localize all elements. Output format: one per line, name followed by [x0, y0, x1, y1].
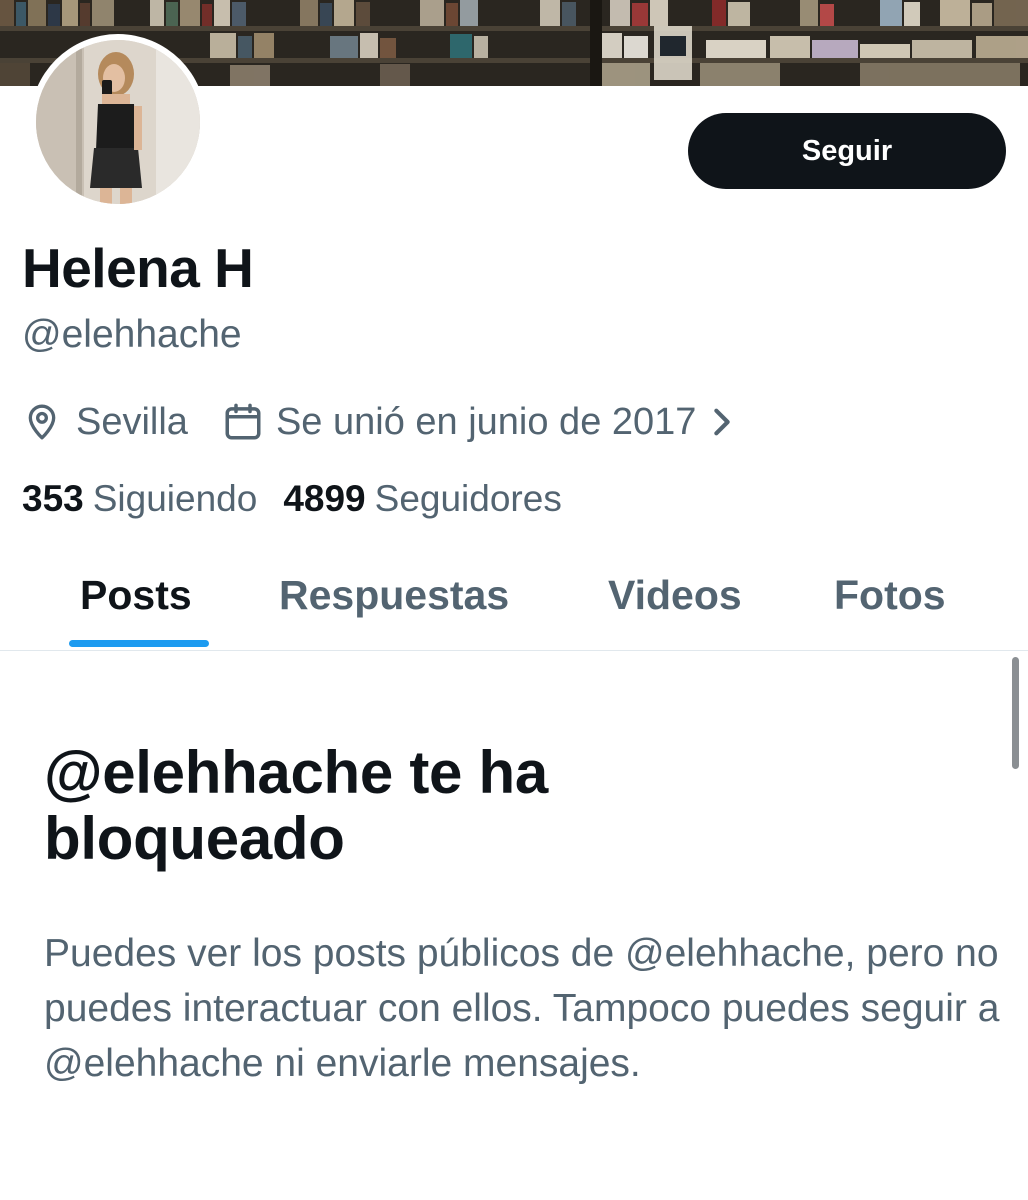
tab-posts[interactable]: Posts	[80, 560, 192, 650]
profile-page: Seguir Helena H @elehhache Sevilla Se un…	[0, 0, 1028, 1200]
blocked-description: Puedes ver los posts públicos de @elehha…	[44, 932, 1000, 1085]
avatar-image	[36, 40, 200, 204]
follow-button[interactable]: Seguir	[688, 113, 1006, 189]
joined-date-item[interactable]: Se unió en junio de 2017	[222, 401, 734, 444]
followers-link[interactable]: 4899 Seguidores	[283, 478, 562, 520]
joined-date-text: Se unió en junio de 2017	[275, 400, 697, 443]
user-handle: @elehhache	[22, 313, 242, 356]
following-link[interactable]: 353 Siguiendo	[22, 478, 257, 520]
followers-count: 4899	[283, 478, 366, 519]
following-count: 353	[22, 478, 84, 519]
location-item: Sevilla	[22, 401, 188, 444]
location-pin-icon	[22, 401, 62, 443]
display-name: Helena H	[22, 237, 254, 299]
location-text: Sevilla	[76, 400, 188, 443]
follow-counts: 353 Siguiendo 4899 Seguidores	[22, 478, 562, 520]
scrollbar-thumb[interactable]	[1012, 657, 1019, 769]
tab-respuestas[interactable]: Respuestas	[279, 560, 509, 650]
calendar-icon	[222, 401, 264, 443]
tab-fotos[interactable]: Fotos	[834, 560, 946, 650]
active-tab-indicator	[69, 640, 209, 647]
chevron-right-icon	[710, 405, 734, 439]
followers-label: Seguidores	[374, 478, 562, 519]
profile-tabs: Posts Respuestas Videos Fotos	[0, 560, 1028, 651]
blocked-title: @elehhache te ha bloqueado	[44, 739, 548, 872]
avatar[interactable]	[30, 34, 206, 210]
following-label: Siguiendo	[92, 478, 258, 519]
tab-videos[interactable]: Videos	[608, 560, 742, 650]
profile-meta: Sevilla Se unió en junio de 2017	[22, 396, 734, 448]
avatar-photo	[36, 40, 200, 204]
